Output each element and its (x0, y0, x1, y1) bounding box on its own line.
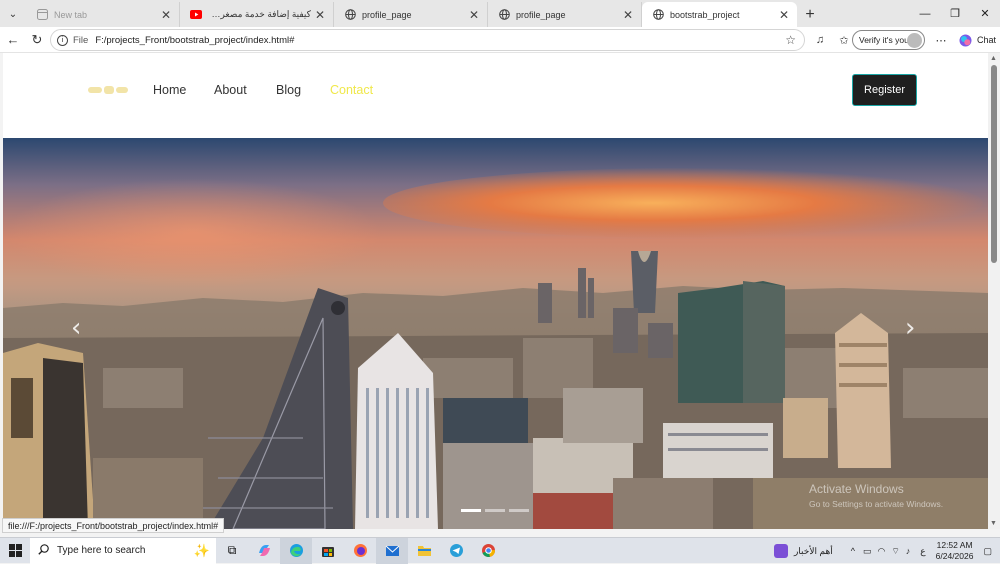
carousel-indicator[interactable] (509, 509, 529, 512)
carousel-indicator[interactable] (461, 509, 481, 512)
tab-title: New tab (54, 9, 88, 20)
register-button[interactable]: Register (852, 74, 917, 106)
watermark-subtitle: Go to Settings to activate Windows. (809, 499, 944, 509)
activate-windows-watermark: Activate Windows Go to Settings to activ… (809, 482, 943, 509)
chat-label[interactable]: Chat (977, 35, 996, 45)
edge-browser-icon[interactable] (280, 537, 312, 564)
tab-profile-page-1[interactable]: profile_page ✕ (334, 2, 488, 27)
read-aloud-icon[interactable]: ♫ (808, 28, 832, 52)
copilot-icon[interactable] (953, 28, 977, 52)
info-icon[interactable]: i (57, 34, 68, 46)
search-icon (38, 543, 49, 558)
wifi-icon[interactable]: ⌔ (891, 546, 899, 557)
firefox-icon[interactable] (344, 538, 376, 564)
minimize-icon[interactable]: — (910, 0, 940, 27)
tab-strip: ⌄ New tab ✕ كيفية إضافة خدمة مصغرة جديدة… (0, 0, 1000, 27)
city-skyline-image (3, 251, 988, 529)
notification-icon[interactable]: ▢ (983, 546, 992, 557)
scroll-up-icon[interactable]: ▲ (990, 55, 997, 62)
address-url: F:/projects_Front/bootstrab_project/inde… (95, 34, 295, 46)
nav-link-about[interactable]: About (214, 83, 247, 97)
nav-link-home[interactable]: Home (153, 83, 186, 97)
new-tab-button[interactable]: + (797, 2, 823, 27)
window-controls: — ❐ ✕ (910, 0, 1000, 27)
tab-new-tab[interactable]: New tab ✕ (26, 2, 180, 27)
newtab-icon (36, 9, 48, 21)
watermark-title: Activate Windows (809, 482, 904, 496)
profile-verify-button[interactable]: Verify it's you (852, 30, 925, 50)
news-label[interactable]: أهم الأخبار (794, 546, 833, 557)
site-navbar: Home About Blog Contact Register (3, 53, 988, 138)
mail-icon[interactable] (376, 537, 408, 564)
youtube-icon (190, 9, 202, 21)
site-logo[interactable] (88, 83, 128, 97)
news-widget-icon[interactable] (773, 544, 788, 558)
toolbar-right-icons: ♫ ✩ (808, 27, 856, 53)
tab-title: bootstrab_project (670, 9, 740, 20)
close-icon[interactable]: ✕ (623, 8, 633, 22)
file-explorer-icon[interactable] (408, 538, 440, 564)
system-tray: أهم الأخبار ^ ▭ ◠ ⌔ ♪ ع 12:52 AM 6/24/20… (773, 538, 1000, 564)
sparkle-icon: ✨ (193, 542, 210, 558)
telegram-icon[interactable] (440, 538, 472, 564)
close-icon[interactable]: ✕ (315, 8, 325, 22)
more-options-icon[interactable]: ⋯ (929, 28, 953, 52)
status-bar-url: file:///F:/projects_Front/bootstrab_proj… (2, 518, 225, 533)
network-icon[interactable]: ◠ (877, 546, 885, 557)
search-placeholder: Type here to search (57, 545, 146, 556)
taskbar-search-box[interactable]: Type here to search ✨ (30, 537, 216, 564)
close-window-icon[interactable]: ✕ (970, 0, 1000, 27)
back-arrow-icon[interactable]: ← (1, 28, 25, 52)
tab-title: profile_page (362, 9, 412, 20)
tab-profile-page-2[interactable]: profile_page ✕ (488, 2, 642, 27)
avatar (907, 33, 922, 48)
clock-date: 6/24/2026 (935, 551, 974, 561)
tab-bootstrab-project[interactable]: bootstrab_project ✕ (642, 2, 797, 27)
refresh-icon[interactable]: ↻ (25, 28, 49, 52)
maximize-icon[interactable]: ❐ (940, 0, 970, 27)
clock[interactable]: 12:52 AM 6/24/2026 (936, 540, 974, 562)
task-view-icon[interactable]: ⧉ (216, 538, 248, 564)
windows-taskbar: Type here to search ✨ ⧉ أهم الأخبار ^ ▭ … (0, 537, 1000, 564)
tab-title: profile_page (516, 9, 566, 20)
tab-title: كيفية إضافة خدمة مصغرة جديدة عل... (208, 9, 311, 19)
battery-icon[interactable]: ▭ (863, 546, 872, 557)
store-icon[interactable] (312, 538, 344, 564)
chrome-icon[interactable] (472, 538, 504, 564)
clock-time: 12:52 AM (936, 540, 973, 550)
page-scrollbar[interactable]: ▲ ▼ (988, 53, 1000, 529)
nav-link-contact[interactable]: Contact (330, 83, 373, 97)
tab-youtube[interactable]: كيفية إضافة خدمة مصغرة جديدة عل... ✕ (180, 2, 334, 27)
input-language[interactable]: ع (920, 546, 925, 557)
address-bar[interactable]: i File F:/projects_Front/bootstrab_proje… (50, 29, 805, 51)
globe-icon (498, 9, 510, 21)
tab-actions-menu-button[interactable]: ⌄ (0, 2, 26, 27)
scrollbar-thumb[interactable] (991, 65, 997, 263)
copilot-taskbar-icon[interactable] (248, 538, 280, 564)
carousel-indicator[interactable] (485, 509, 505, 512)
volume-icon[interactable]: ♪ (906, 546, 911, 556)
hero-carousel: ‹ › Activate Windows Go to Settings to a… (3, 138, 988, 529)
address-scheme: File (73, 34, 89, 46)
browser-toolbar: ← ↻ i File F:/projects_Front/bootstrab_p… (0, 27, 1000, 53)
globe-icon (652, 9, 664, 21)
chevron-up-icon[interactable]: ^ (851, 546, 855, 556)
favorite-star-icon[interactable]: ☆ (785, 33, 796, 47)
carousel-indicators (461, 509, 529, 512)
verify-label: Verify it's you (859, 35, 909, 45)
windows-start-button[interactable] (0, 538, 30, 564)
carousel-next-button[interactable]: › (905, 313, 915, 343)
close-icon[interactable]: ✕ (779, 8, 789, 22)
carousel-prev-button[interactable]: ‹ (71, 313, 81, 343)
close-icon[interactable]: ✕ (469, 8, 479, 22)
globe-icon (344, 9, 356, 21)
page-viewport: Home About Blog Contact Register ‹ › Act… (3, 53, 988, 529)
toolbar-far-right: ⋯ Chat (929, 27, 996, 53)
close-icon[interactable]: ✕ (161, 8, 171, 22)
scroll-down-icon[interactable]: ▼ (990, 520, 997, 527)
nav-link-blog[interactable]: Blog (276, 83, 301, 97)
